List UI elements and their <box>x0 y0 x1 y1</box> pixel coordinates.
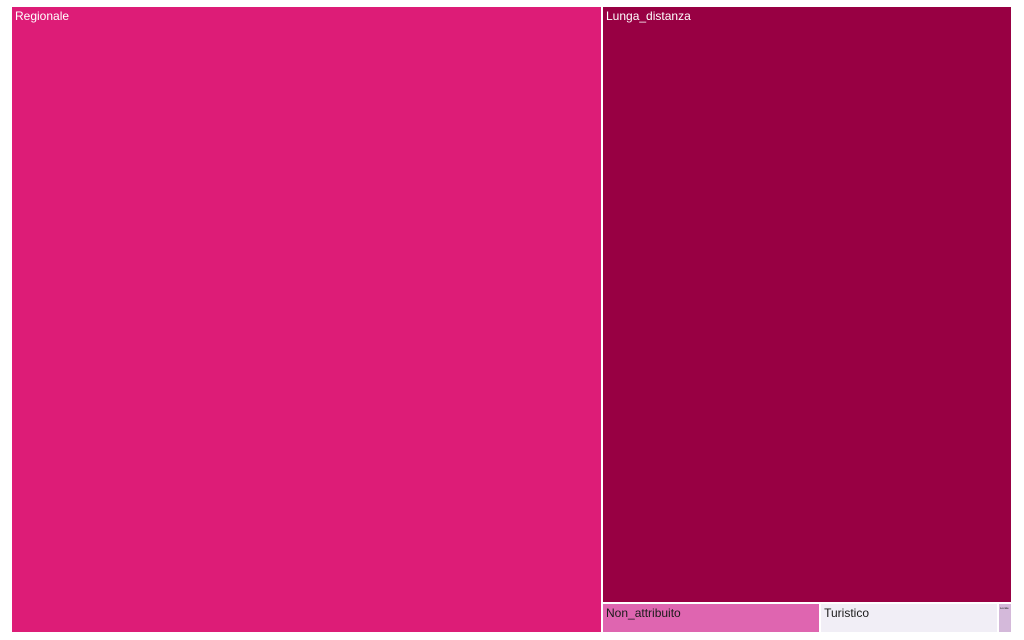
treemap-label-turistico: Turistico <box>824 606 870 620</box>
treemap-label-locale: Locale <box>999 606 1009 610</box>
treemap-label-lunga-distanza: Lunga_distanza <box>606 9 691 23</box>
treemap-label-non-attribuito: Non_attribuito <box>606 606 681 620</box>
treemap-tile-lunga-distanza: Lunga_distanza <box>603 7 1011 602</box>
treemap-chart: Regionale Lunga_distanza Non_attribuito Tur… <box>12 7 1011 632</box>
treemap-tile-locale: Locale <box>998 604 1011 632</box>
treemap-label-regionale: Regionale <box>15 9 70 23</box>
treemap-tile-non-attribuito: Non_attribuito <box>603 604 820 632</box>
treemap-tile-turistico: Turistico <box>821 604 997 632</box>
treemap-tile-regionale: Regionale <box>12 7 601 632</box>
